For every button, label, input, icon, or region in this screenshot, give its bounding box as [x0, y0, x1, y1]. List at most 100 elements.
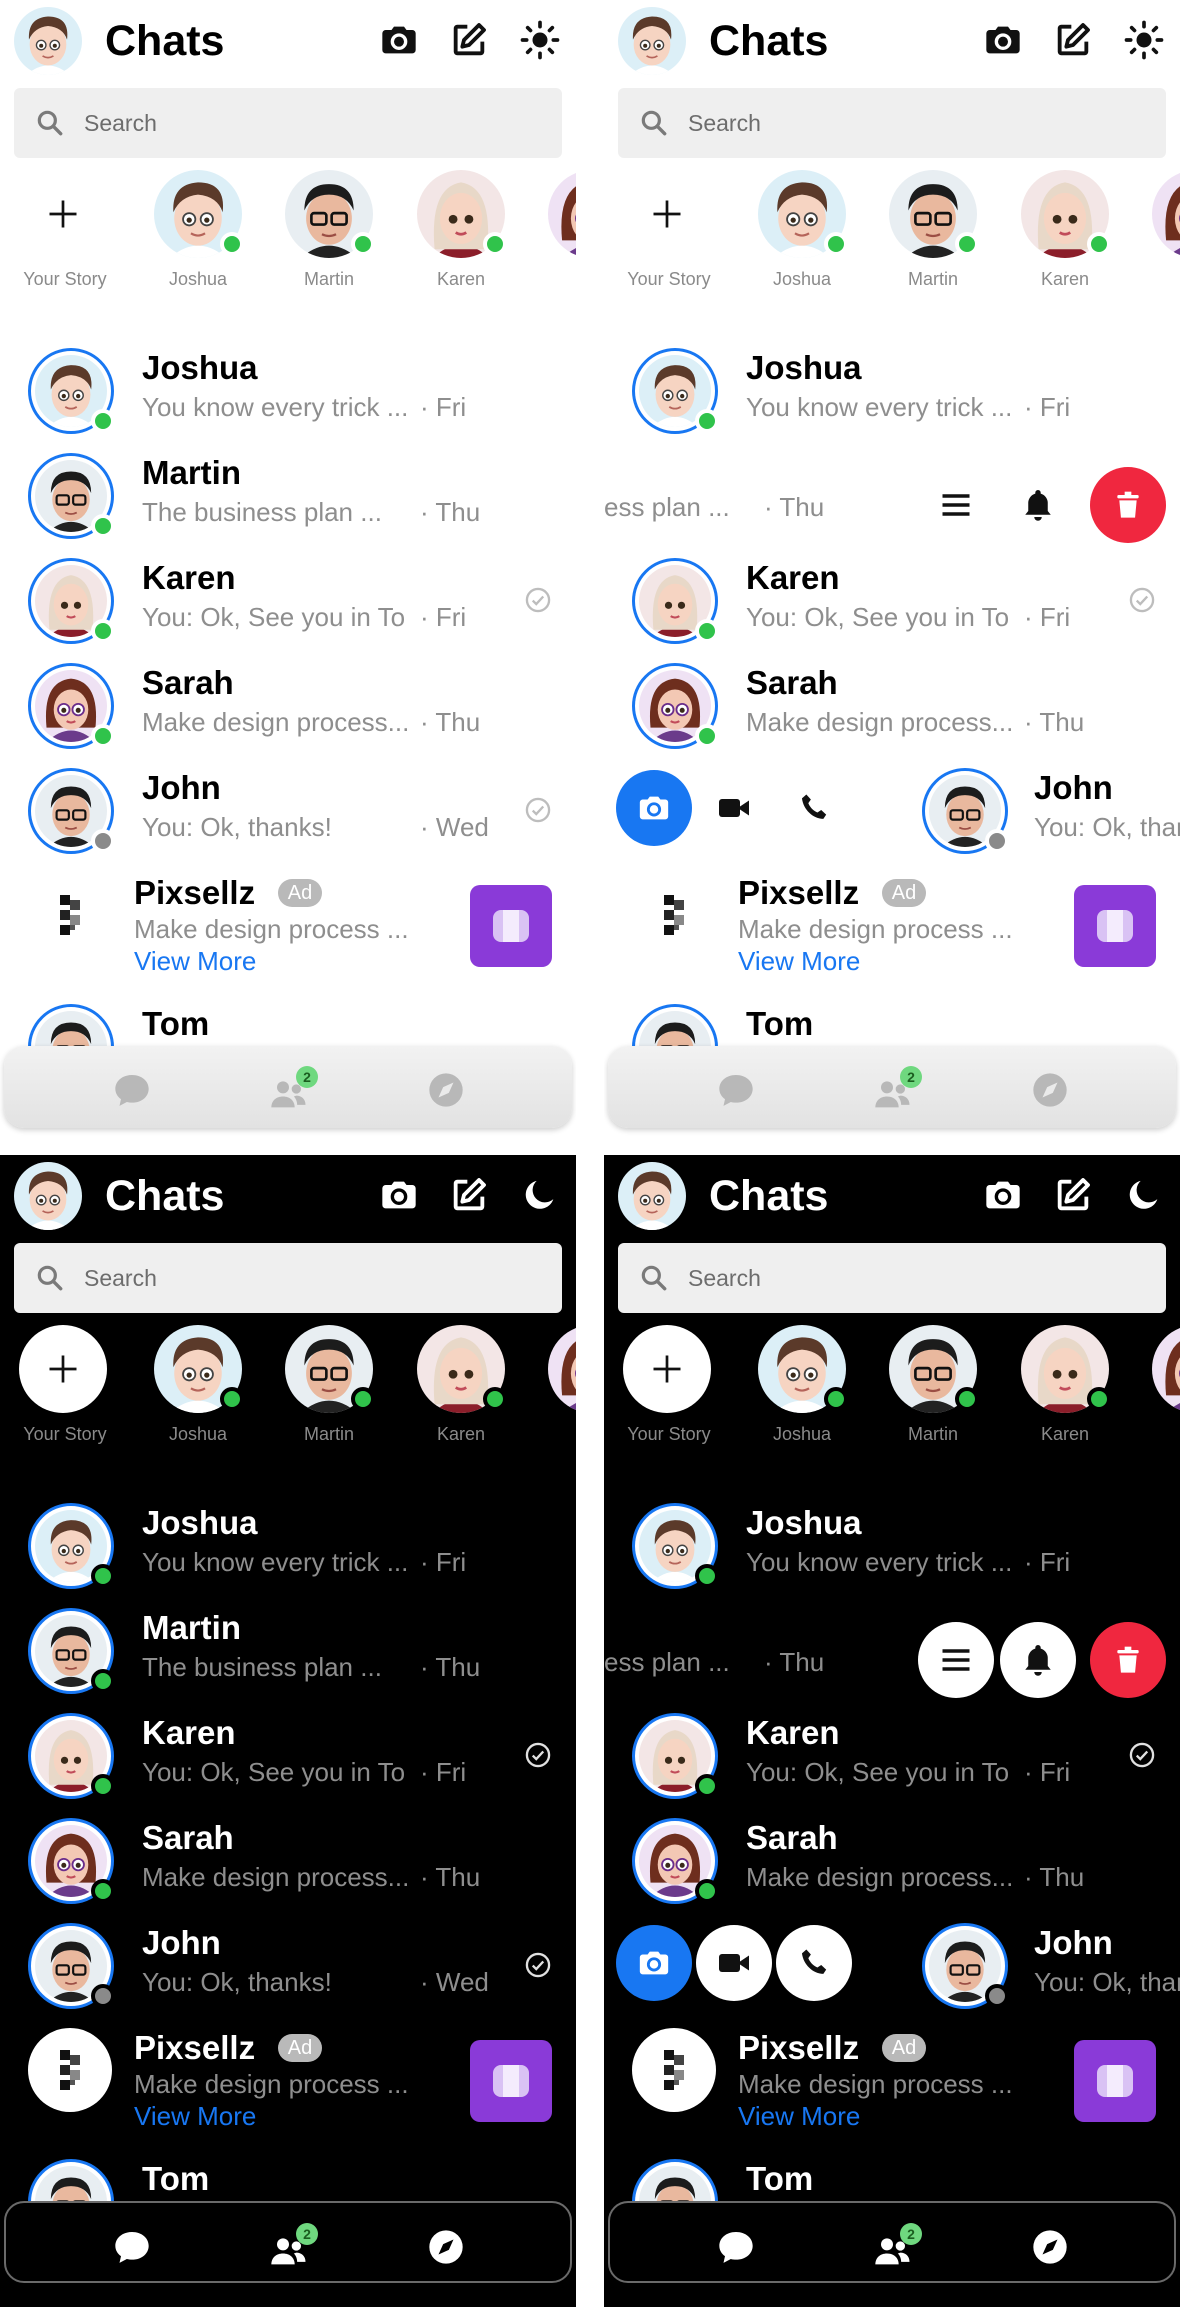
story-karen[interactable]: Karen	[1019, 1325, 1111, 1445]
search-input[interactable]: Search	[14, 88, 562, 158]
mute-button[interactable]	[1000, 467, 1076, 543]
camera-icon[interactable]	[983, 20, 1023, 60]
more-button[interactable]	[918, 1622, 994, 1698]
mute-button[interactable]	[1000, 1622, 1076, 1698]
profile-avatar[interactable]	[14, 7, 82, 75]
story-martin[interactable]: Martin	[283, 170, 375, 290]
ad-row[interactable]: Pixsellz Ad Make design process ... View…	[604, 873, 1180, 983]
chat-row-john[interactable]: John You: Ok, thanks! · Wed	[0, 764, 576, 868]
view-more-link[interactable]: View More	[134, 945, 256, 977]
compass-icon[interactable]	[424, 1070, 468, 1110]
story-karen[interactable]: Karen	[415, 1325, 507, 1445]
story-joshua[interactable]: Joshua	[152, 170, 244, 290]
story-martin[interactable]: Martin	[283, 1325, 375, 1445]
ad-image[interactable]	[1074, 885, 1156, 967]
story-partial[interactable]: S	[546, 170, 576, 290]
story-partial[interactable]: S	[1150, 1325, 1180, 1445]
profile-avatar[interactable]	[14, 1162, 82, 1230]
people-badge: 2	[296, 2223, 318, 2245]
delete-button[interactable]	[1090, 1622, 1166, 1698]
delete-button[interactable]	[1090, 467, 1166, 543]
compass-icon[interactable]	[1028, 1070, 1072, 1110]
compose-icon[interactable]	[1053, 1175, 1093, 1215]
story-joshua[interactable]: Joshua	[756, 170, 848, 290]
phone-icon	[797, 791, 831, 825]
chat-row-sarah[interactable]: Sarah Make design process... · Thu	[604, 1814, 1180, 1918]
add-story-button[interactable]	[19, 170, 107, 258]
view-more-link[interactable]: View More	[738, 945, 860, 977]
compass-icon[interactable]	[1028, 2227, 1072, 2267]
ad-row[interactable]: Pixsellz Ad Make design process ... View…	[0, 2028, 576, 2138]
search-input[interactable]: Search	[618, 88, 1166, 158]
story-partial[interactable]: S	[1150, 170, 1180, 290]
compass-icon[interactable]	[424, 2227, 468, 2267]
chat-row-martin-swiped[interactable]: ess plan ... · Thu	[604, 1604, 1180, 1708]
dark-chat-list-screen: Chats Search Your Story Joshua Martin Ka…	[0, 1155, 576, 2307]
story-joshua[interactable]: Joshua	[756, 1325, 848, 1445]
chat-icon[interactable]	[110, 2227, 154, 2267]
story-karen[interactable]: Karen	[1019, 170, 1111, 290]
view-more-link[interactable]: View More	[134, 2100, 256, 2132]
profile-avatar[interactable]	[618, 7, 686, 75]
camera-button[interactable]	[616, 1925, 692, 2001]
story-joshua[interactable]: Joshua	[152, 1325, 244, 1445]
chat-icon[interactable]	[714, 2227, 758, 2267]
more-button[interactable]	[918, 467, 994, 543]
voice-call-button[interactable]	[776, 1925, 852, 2001]
story-martin[interactable]: Martin	[887, 170, 979, 290]
chat-row-joshua[interactable]: Joshua You know every trick ... · Fri	[0, 1499, 576, 1603]
story-martin[interactable]: Martin	[887, 1325, 979, 1445]
video-call-button[interactable]	[696, 1925, 772, 2001]
chat-icon[interactable]	[110, 1070, 154, 1110]
chat-row-joshua[interactable]: Joshua You know every trick ... · Fri	[604, 1499, 1180, 1603]
chat-row-martin-swiped[interactable]: ess plan ... · Thu	[604, 449, 1180, 553]
profile-avatar[interactable]	[618, 1162, 686, 1230]
story-your-story[interactable]: Your Story	[19, 170, 111, 290]
chat-row-karen[interactable]: Karen You: Ok, See you in To · Fri	[604, 1709, 1180, 1813]
camera-button[interactable]	[616, 770, 692, 846]
camera-icon[interactable]	[379, 20, 419, 60]
ad-row[interactable]: Pixsellz Ad Make design process ... View…	[604, 2028, 1180, 2138]
story-your-story[interactable]: Your Story	[623, 170, 715, 290]
video-call-button[interactable]	[696, 770, 772, 846]
search-input[interactable]: Search	[618, 1243, 1166, 1313]
ad-image[interactable]	[1074, 2040, 1156, 2122]
chat-row-karen[interactable]: Karen You: Ok, See you in To · Fri	[0, 1709, 576, 1813]
ad-image[interactable]	[470, 885, 552, 967]
add-story-button[interactable]	[623, 170, 711, 258]
chat-row-joshua[interactable]: Joshua You know every trick ... · Fri	[0, 344, 576, 448]
chat-row-karen[interactable]: Karen You: Ok, See you in To · Fri	[0, 554, 576, 658]
chat-row-sarah[interactable]: Sarah Make design process... · Thu	[604, 659, 1180, 763]
sun-icon[interactable]	[1124, 20, 1164, 60]
moon-icon[interactable]	[1124, 1175, 1164, 1215]
chat-icon[interactable]	[714, 1070, 758, 1110]
chat-name: Joshua	[142, 1504, 258, 1541]
add-story-button[interactable]	[19, 1325, 107, 1413]
chat-row-karen[interactable]: Karen You: Ok, See you in To · Fri	[604, 554, 1180, 658]
view-more-link[interactable]: View More	[738, 2100, 860, 2132]
chat-row-john-swiped[interactable]: John You: Ok, than	[604, 1919, 1180, 2023]
story-partial[interactable]: S	[546, 1325, 576, 1445]
ad-image[interactable]	[470, 2040, 552, 2122]
camera-icon[interactable]	[983, 1175, 1023, 1215]
compose-icon[interactable]	[449, 20, 489, 60]
chat-row-john[interactable]: John You: Ok, thanks! · Wed	[0, 1919, 576, 2023]
chat-row-sarah[interactable]: Sarah Make design process... · Thu	[0, 659, 576, 763]
story-karen[interactable]: Karen	[415, 170, 507, 290]
compose-icon[interactable]	[1053, 20, 1093, 60]
chat-row-martin[interactable]: Martin The business plan ... · Thu	[0, 449, 576, 553]
story-your-story[interactable]: Your Story	[19, 1325, 111, 1445]
voice-call-button[interactable]	[776, 770, 852, 846]
chat-row-john-swiped[interactable]: John You: Ok, than	[604, 764, 1180, 868]
compose-icon[interactable]	[449, 1175, 489, 1215]
chat-row-martin[interactable]: Martin The business plan ... · Thu	[0, 1604, 576, 1708]
search-input[interactable]: Search	[14, 1243, 562, 1313]
moon-icon[interactable]	[520, 1175, 560, 1215]
sun-icon[interactable]	[520, 20, 560, 60]
camera-icon[interactable]	[379, 1175, 419, 1215]
story-your-story[interactable]: Your Story	[623, 1325, 715, 1445]
add-story-button[interactable]	[623, 1325, 711, 1413]
chat-row-joshua[interactable]: Joshua You know every trick ... · Fri	[604, 344, 1180, 448]
ad-row[interactable]: Pixsellz Ad Make design process ... View…	[0, 873, 576, 983]
chat-row-sarah[interactable]: Sarah Make design process... · Thu	[0, 1814, 576, 1918]
